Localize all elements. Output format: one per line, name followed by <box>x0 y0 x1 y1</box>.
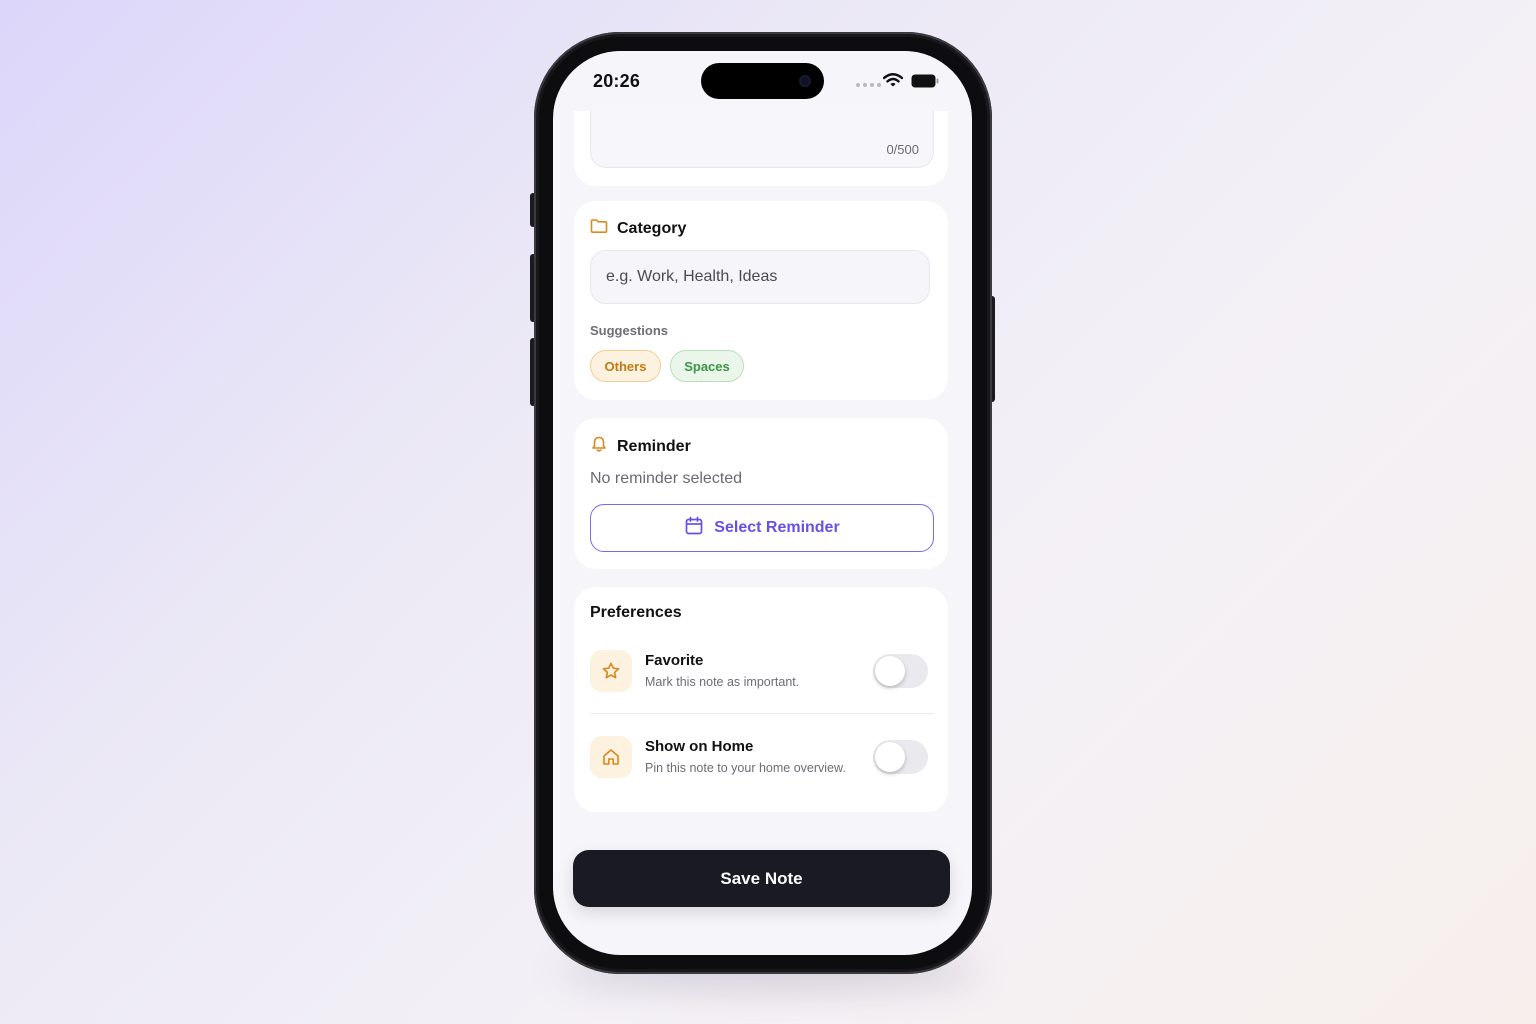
status-time: 20:26 <box>593 71 641 91</box>
suggestion-chip-others[interactable]: Others <box>590 350 661 382</box>
preferences-title: Preferences <box>590 604 682 621</box>
preferences-card: Preferences Favorite Mark this note as i… <box>574 587 948 812</box>
phone-screen: 0/500 Category Suggestions Others Spaces… <box>553 51 972 955</box>
dynamic-island <box>701 63 824 99</box>
favorite-row: Favorite Mark this note as important. <box>590 648 934 694</box>
save-note-button[interactable]: Save Note <box>573 850 950 907</box>
show-on-home-toggle-knob <box>875 742 905 772</box>
favorite-toggle[interactable] <box>873 654 928 688</box>
status-bar: 20:26 <box>553 51 972 111</box>
wifi-icon <box>882 73 904 93</box>
suggestions-label: Suggestions <box>590 323 669 338</box>
bell-icon <box>590 435 608 458</box>
category-card: Category Suggestions Others Spaces <box>574 201 948 400</box>
cellular-signal-icon <box>856 83 881 87</box>
camera-icon <box>799 75 811 87</box>
show-on-home-description: Pin this note to your home overview. <box>645 761 846 775</box>
character-counter: 0/500 <box>886 142 919 157</box>
favorite-title: Favorite <box>645 652 704 669</box>
reminder-title: Reminder <box>617 437 691 455</box>
select-reminder-button[interactable]: Select Reminder <box>590 504 934 552</box>
category-header: Category <box>590 218 686 239</box>
favorite-description: Mark this note as important. <box>645 675 800 689</box>
calendar-icon <box>684 516 704 541</box>
show-on-home-row: Show on Home Pin this note to your home … <box>590 734 934 780</box>
note-textarea[interactable]: 0/500 <box>590 101 934 168</box>
show-on-home-toggle[interactable] <box>873 740 928 774</box>
suggestion-chip-spaces[interactable]: Spaces <box>670 350 744 382</box>
home-icon <box>590 736 632 778</box>
battery-icon <box>911 74 939 93</box>
folder-icon <box>590 218 608 239</box>
show-on-home-title: Show on Home <box>645 738 754 755</box>
category-input[interactable] <box>590 250 930 304</box>
favorite-toggle-knob <box>875 656 905 686</box>
preferences-divider <box>590 713 934 714</box>
reminder-header: Reminder <box>590 435 691 458</box>
reminder-status: No reminder selected <box>590 470 743 487</box>
reminder-card: Reminder No reminder selected Select Rem… <box>574 418 948 569</box>
select-reminder-label: Select Reminder <box>714 519 840 536</box>
star-icon <box>590 650 632 692</box>
category-title: Category <box>617 219 687 237</box>
